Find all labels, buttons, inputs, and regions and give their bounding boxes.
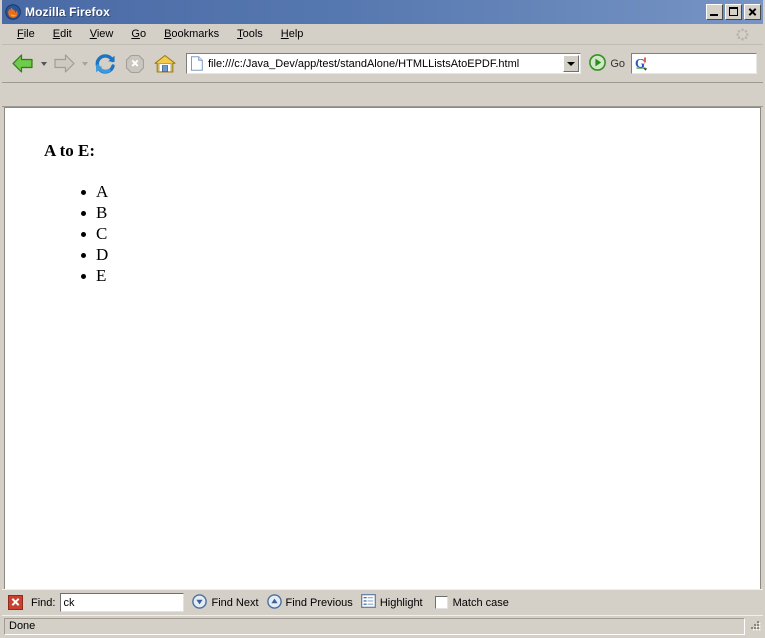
firefox-icon bbox=[5, 4, 21, 20]
window-controls bbox=[706, 4, 761, 20]
maximize-button[interactable] bbox=[725, 4, 742, 20]
menu-item-bookmarks[interactable]: Bookmarks bbox=[155, 26, 228, 42]
bookmarks-toolbar bbox=[2, 83, 763, 107]
page-heading: A to E: bbox=[44, 141, 95, 160]
menu-item-help[interactable]: Help bbox=[272, 26, 313, 42]
minimize-button[interactable] bbox=[706, 4, 723, 20]
back-arrow-icon[interactable] bbox=[8, 49, 38, 79]
list-item: A bbox=[81, 181, 742, 202]
match-case-box[interactable] bbox=[434, 596, 448, 609]
find-previous-label: Find Previous bbox=[285, 596, 353, 609]
highlight-label: Highlight bbox=[379, 596, 423, 609]
find-bar: Find: Find Next Find Previous bbox=[2, 589, 763, 615]
find-next-button[interactable]: Find Next bbox=[192, 593, 259, 612]
back-history-dropdown[interactable] bbox=[38, 49, 49, 79]
forward-arrow-icon bbox=[49, 49, 79, 79]
close-icon[interactable] bbox=[8, 595, 23, 610]
match-case-label: Match case bbox=[452, 596, 509, 609]
menu-item-go[interactable]: Go bbox=[122, 26, 155, 42]
google-g-icon: G bbox=[635, 56, 650, 71]
reload-icon[interactable] bbox=[90, 49, 120, 79]
menu-bar: File Edit View Go Bookmarks Tools Help bbox=[2, 24, 763, 45]
menu-item-edit[interactable]: Edit bbox=[44, 26, 81, 42]
find-input[interactable] bbox=[60, 593, 185, 612]
menu-item-view[interactable]: View bbox=[81, 26, 123, 42]
search-input[interactable]: G bbox=[631, 53, 757, 74]
close-button[interactable] bbox=[744, 4, 761, 20]
list-item: B bbox=[81, 202, 742, 223]
highlight-icon bbox=[360, 594, 376, 611]
list-item: E bbox=[81, 265, 742, 286]
go-button[interactable]: Go bbox=[585, 53, 629, 74]
home-icon[interactable] bbox=[150, 49, 180, 79]
menu-item-tools[interactable]: Tools bbox=[228, 26, 272, 42]
content-wrapper: A to E: A B C D E bbox=[2, 107, 763, 589]
find-next-label: Find Next bbox=[211, 596, 259, 609]
decorative-dots-icon bbox=[736, 28, 749, 41]
menu-item-file[interactable]: File bbox=[8, 26, 44, 42]
chevron-down-icon[interactable] bbox=[563, 55, 580, 72]
resize-grip-icon[interactable] bbox=[747, 619, 761, 633]
title-bar: Mozilla Firefox bbox=[2, 0, 763, 24]
arrow-up-circle-icon bbox=[266, 593, 282, 612]
find-previous-button[interactable]: Find Previous bbox=[266, 593, 353, 612]
address-bar-text[interactable]: file:///c:/Java_Dev/app/test/standAlone/… bbox=[208, 58, 563, 70]
status-bar: Done bbox=[2, 615, 763, 636]
browser-window: Mozilla Firefox File Edit View Go Bookma… bbox=[0, 0, 765, 638]
list-item: D bbox=[81, 244, 742, 265]
status-text: Done bbox=[4, 617, 745, 635]
navigation-toolbar: file:///c:/Java_Dev/app/test/standAlone/… bbox=[2, 45, 763, 83]
go-play-icon bbox=[589, 53, 607, 74]
match-case-checkbox[interactable]: Match case bbox=[434, 596, 509, 609]
page-document-icon bbox=[190, 56, 204, 71]
page-content: A to E: A B C D E bbox=[4, 107, 761, 589]
find-label: Find: bbox=[31, 596, 56, 609]
stop-icon bbox=[120, 49, 150, 79]
forward-history-dropdown bbox=[79, 49, 90, 79]
list-item: C bbox=[81, 223, 742, 244]
highlight-button[interactable]: Highlight bbox=[360, 594, 423, 611]
arrow-down-circle-icon bbox=[192, 593, 208, 612]
address-bar[interactable]: file:///c:/Java_Dev/app/test/standAlone/… bbox=[186, 53, 582, 74]
window-title: Mozilla Firefox bbox=[25, 5, 110, 19]
go-button-label: Go bbox=[610, 57, 625, 70]
page-bullet-list: A B C D E bbox=[23, 181, 742, 286]
